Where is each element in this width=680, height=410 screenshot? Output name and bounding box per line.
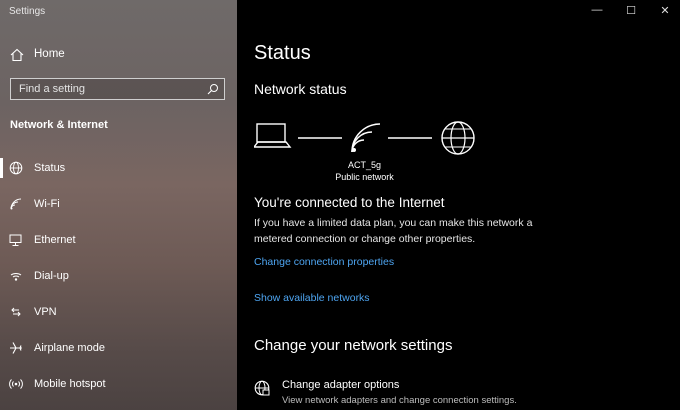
sidebar-item-label: VPN xyxy=(34,306,57,318)
network-status-heading: Network status xyxy=(254,81,347,97)
sidebar-item-vpn[interactable]: VPN xyxy=(0,300,237,324)
connected-heading: You're connected to the Internet xyxy=(254,195,445,210)
network-name: ACT_5g xyxy=(347,160,382,170)
main-panel: — ☐ ✕ Status Network status ACT_5g Publi… xyxy=(237,0,680,410)
home-icon xyxy=(10,48,24,62)
sidebar-home-label: Home xyxy=(34,48,65,60)
change-settings-heading: Change your network settings xyxy=(254,337,453,354)
ethernet-icon xyxy=(9,234,22,246)
change-connection-properties-link[interactable]: Change connection properties xyxy=(254,256,394,268)
wifi-icon xyxy=(10,198,22,210)
close-button[interactable]: ✕ xyxy=(653,4,677,17)
airplane-icon xyxy=(10,342,22,354)
sidebar-item-label: Airplane mode xyxy=(34,342,105,354)
window-title: Settings xyxy=(9,6,46,17)
adapter-subtitle: View network adapters and change connect… xyxy=(282,395,517,406)
sidebar-item-label: Wi-Fi xyxy=(34,198,60,210)
search-input[interactable] xyxy=(11,79,201,99)
sidebar-item-label: Mobile hotspot xyxy=(34,378,106,390)
sidebar-item-label: Status xyxy=(34,162,66,174)
dialup-icon xyxy=(10,273,22,281)
change-adapter-options[interactable]: Change adapter options View network adap… xyxy=(254,377,554,407)
search-box[interactable] xyxy=(10,78,225,100)
network-label: ACT_5g Public network xyxy=(317,159,412,183)
maximize-button[interactable]: ☐ xyxy=(619,4,643,17)
sidebar-item-dialup[interactable]: Dial-up xyxy=(0,264,237,288)
wifi-icon xyxy=(351,123,381,153)
hotspot-icon xyxy=(9,379,23,389)
sidebar: Settings Home Network & Internet Status xyxy=(0,0,237,410)
laptop-icon xyxy=(254,123,292,148)
adapter-title: Change adapter options xyxy=(282,379,400,391)
sidebar-home[interactable]: Home xyxy=(0,44,237,66)
sidebar-item-wifi[interactable]: Wi-Fi xyxy=(0,192,237,216)
active-indicator xyxy=(0,158,3,178)
globe-icon xyxy=(441,121,475,155)
show-available-networks-link[interactable]: Show available networks xyxy=(254,292,370,304)
network-type: Public network xyxy=(335,172,394,182)
search-icon[interactable] xyxy=(207,83,219,95)
sidebar-item-airplane[interactable]: Airplane mode xyxy=(0,336,237,360)
globe-status-icon xyxy=(9,161,23,175)
sidebar-item-status[interactable]: Status xyxy=(0,156,237,180)
sidebar-item-label: Ethernet xyxy=(34,234,76,246)
sidebar-item-label: Dial-up xyxy=(34,270,69,282)
minimize-button[interactable]: — xyxy=(585,4,609,16)
vpn-icon xyxy=(11,307,21,317)
sidebar-item-mobile-hotspot[interactable]: Mobile hotspot xyxy=(0,372,237,396)
globe-adapter-icon xyxy=(254,380,270,396)
connected-description: If you have a limited data plan, you can… xyxy=(254,217,533,245)
section-title: Network & Internet xyxy=(10,119,108,131)
sidebar-item-ethernet[interactable]: Ethernet xyxy=(0,228,237,252)
page-title: Status xyxy=(254,42,311,64)
